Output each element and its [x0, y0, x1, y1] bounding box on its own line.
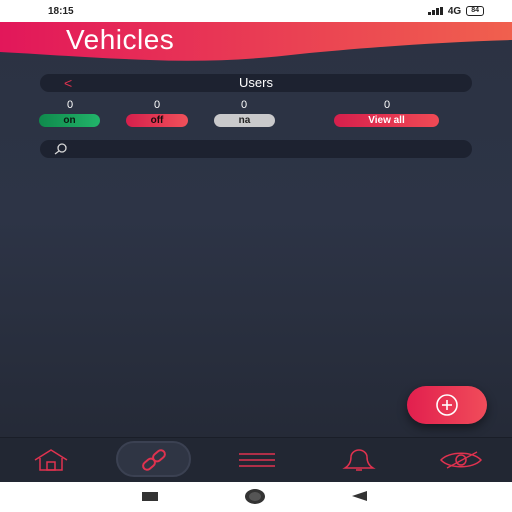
nav-notifications[interactable]: [336, 437, 382, 482]
plus-circle-icon: [436, 394, 458, 416]
nav-menu[interactable]: [234, 437, 280, 482]
status-bar: 18:15 4G 84: [0, 0, 512, 22]
off-count: 0: [153, 99, 161, 111]
nav-watch[interactable]: [437, 437, 485, 482]
search-input[interactable]: [76, 142, 456, 156]
status-time: 18:15: [48, 5, 74, 17]
filter-off-button[interactable]: off: [126, 114, 188, 127]
battery-icon: 84: [466, 6, 484, 16]
on-count: 0: [66, 99, 74, 111]
view-all-button[interactable]: View all: [334, 114, 439, 127]
menu-icon: [239, 452, 275, 467]
users-selector-bar[interactable]: < Users: [40, 74, 472, 92]
status-icons: 4G 84: [427, 5, 484, 17]
nav-home[interactable]: [28, 437, 74, 482]
all-count: 0: [383, 99, 391, 111]
add-vehicle-button[interactable]: [407, 386, 487, 424]
nav-link[interactable]: [130, 437, 178, 482]
home-circle-icon[interactable]: [245, 489, 265, 504]
filter-on-button[interactable]: on: [39, 114, 100, 127]
back-triangle-icon[interactable]: [352, 491, 367, 501]
page-title: Vehicles: [66, 24, 175, 55]
search-icon: [54, 143, 67, 155]
link-icon: [142, 448, 166, 471]
home-icon: [34, 448, 68, 471]
app-screen: 18:15 4G 84 Vehicles < Users 0 0 0 0 on …: [0, 0, 512, 482]
bell-icon: [342, 448, 376, 471]
system-navigation-bar: [0, 482, 512, 512]
signal-icon: [427, 7, 443, 15]
filter-na-button[interactable]: na: [214, 114, 275, 127]
recents-icon[interactable]: [142, 492, 158, 501]
search-bar[interactable]: [40, 140, 472, 158]
na-count: 0: [240, 99, 248, 111]
eye-icon: [439, 450, 483, 469]
network-type: 4G: [447, 5, 462, 17]
users-label: Users: [239, 75, 273, 90]
battery-level: 84: [471, 7, 479, 14]
